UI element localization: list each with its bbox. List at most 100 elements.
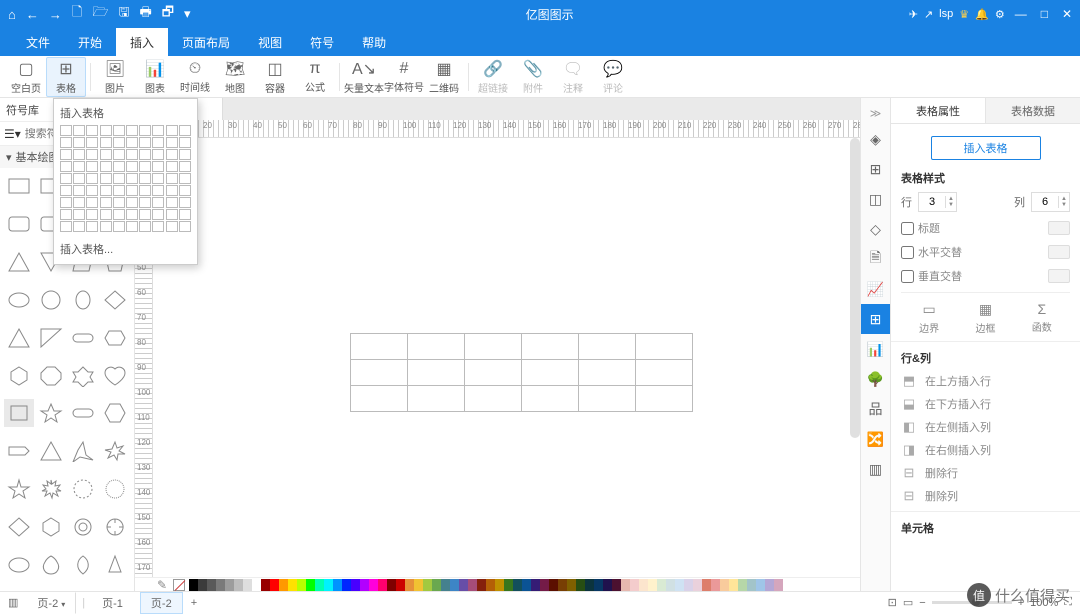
shape-item[interactable] bbox=[4, 513, 34, 541]
color-swatch[interactable] bbox=[666, 579, 675, 591]
grid-cell[interactable] bbox=[73, 125, 85, 136]
shape-item[interactable] bbox=[100, 551, 130, 579]
grid-cell[interactable] bbox=[100, 197, 112, 208]
color-swatch[interactable] bbox=[756, 579, 765, 591]
fit-page-icon[interactable]: ▭ bbox=[903, 596, 913, 609]
grid-cell[interactable] bbox=[86, 185, 98, 196]
grid-cell[interactable] bbox=[126, 161, 138, 172]
color-swatch[interactable] bbox=[612, 579, 621, 591]
page-tab[interactable]: 页-2 bbox=[140, 592, 183, 614]
vstripe-checkbox[interactable] bbox=[901, 270, 914, 283]
insert-row-below[interactable]: ⬓在下方插入行 bbox=[901, 396, 1070, 412]
color-swatch[interactable] bbox=[351, 579, 360, 591]
triple-边界[interactable]: ▭边界 bbox=[919, 301, 939, 335]
grid-cell[interactable] bbox=[60, 221, 72, 232]
shape-item[interactable] bbox=[36, 399, 66, 427]
grid-cell[interactable] bbox=[100, 173, 112, 184]
shape-item[interactable] bbox=[4, 210, 34, 238]
color-swatch[interactable] bbox=[531, 579, 540, 591]
grid-cell[interactable] bbox=[126, 125, 138, 136]
grid-cell[interactable] bbox=[86, 197, 98, 208]
tab-table-props[interactable]: 表格属性 bbox=[891, 98, 986, 123]
shape-item[interactable] bbox=[68, 437, 98, 465]
color-swatch[interactable] bbox=[549, 579, 558, 591]
shape-item[interactable] bbox=[4, 475, 34, 503]
canvas[interactable] bbox=[153, 138, 860, 591]
color-swatch[interactable] bbox=[423, 579, 432, 591]
shape-item[interactable] bbox=[4, 437, 34, 465]
shape-item[interactable] bbox=[4, 286, 34, 314]
grid-cell[interactable] bbox=[179, 185, 191, 196]
shape-item[interactable] bbox=[36, 475, 66, 503]
triple-函数[interactable]: Σ函数 bbox=[1032, 301, 1052, 335]
grid-cell[interactable] bbox=[152, 197, 164, 208]
grid-cell[interactable] bbox=[100, 137, 112, 148]
shape-item[interactable] bbox=[36, 362, 66, 390]
page-tab[interactable]: 页-1 bbox=[91, 592, 134, 614]
grid-cell[interactable] bbox=[179, 173, 191, 184]
hstripe-color-swatch[interactable] bbox=[1048, 245, 1070, 259]
container-button[interactable]: ◫容器 bbox=[255, 57, 295, 97]
qat-redo-icon[interactable]: → bbox=[49, 7, 62, 22]
grid-cell[interactable] bbox=[126, 209, 138, 220]
color-swatch[interactable] bbox=[648, 579, 657, 591]
blank-page-button[interactable]: ▢空白页 bbox=[6, 57, 46, 97]
shape-item[interactable] bbox=[100, 286, 130, 314]
grid-cell[interactable] bbox=[139, 161, 151, 172]
grid-cell[interactable] bbox=[60, 185, 72, 196]
grid-cell[interactable] bbox=[166, 137, 178, 148]
shape-item[interactable] bbox=[68, 475, 98, 503]
panel-collapse-icon[interactable]: ≫ bbox=[870, 102, 882, 124]
color-swatch[interactable] bbox=[198, 579, 207, 591]
grid-cell[interactable] bbox=[152, 173, 164, 184]
grid-cell[interactable] bbox=[73, 161, 85, 172]
color-swatch[interactable] bbox=[333, 579, 342, 591]
grid-cell[interactable] bbox=[113, 161, 125, 172]
cols-input[interactable] bbox=[1032, 196, 1058, 208]
color-swatch[interactable] bbox=[450, 579, 459, 591]
color-swatch[interactable] bbox=[288, 579, 297, 591]
title-checkbox[interactable] bbox=[901, 222, 914, 235]
grid-cell[interactable] bbox=[152, 209, 164, 220]
color-swatch[interactable] bbox=[738, 579, 747, 591]
tree-tool-icon[interactable]: 🌳 bbox=[861, 364, 891, 394]
color-swatch[interactable] bbox=[684, 579, 693, 591]
user-area[interactable]: ✈ ↗ lsp ♛ 🔔 ⚙ bbox=[909, 8, 1005, 21]
triple-边框[interactable]: ▦边框 bbox=[975, 301, 995, 335]
shape-item[interactable] bbox=[36, 437, 66, 465]
color-swatch[interactable] bbox=[387, 579, 396, 591]
shape-item[interactable] bbox=[68, 399, 98, 427]
minimize-button[interactable]: — bbox=[1015, 7, 1027, 21]
grid-cell[interactable] bbox=[73, 209, 85, 220]
vector-text-button[interactable]: A↘矢量文本 bbox=[344, 57, 384, 97]
grid-cell[interactable] bbox=[73, 149, 85, 160]
grid-cell[interactable] bbox=[113, 221, 125, 232]
chart-button[interactable]: 📊图表 bbox=[135, 57, 175, 97]
grid-cell[interactable] bbox=[139, 173, 151, 184]
color-swatch[interactable] bbox=[234, 579, 243, 591]
grid-cell[interactable] bbox=[152, 161, 164, 172]
grid-cell[interactable] bbox=[113, 173, 125, 184]
delete-row[interactable]: ⊟删除行 bbox=[901, 465, 1070, 481]
menu-视图[interactable]: 视图 bbox=[244, 28, 296, 56]
grid-cell[interactable] bbox=[86, 149, 98, 160]
page-tab[interactable]: 页-2 ▾ bbox=[26, 592, 76, 614]
color-swatch[interactable] bbox=[729, 579, 738, 591]
color-swatch[interactable] bbox=[585, 579, 594, 591]
grid-cell[interactable] bbox=[126, 185, 138, 196]
color-swatch[interactable] bbox=[189, 579, 198, 591]
layer-tool-icon[interactable]: ◇ bbox=[861, 214, 891, 244]
color-swatch[interactable] bbox=[486, 579, 495, 591]
fit-width-icon[interactable]: ⊡ bbox=[888, 596, 897, 609]
color-swatch[interactable] bbox=[225, 579, 234, 591]
shape-item[interactable] bbox=[4, 324, 34, 352]
grid-cell[interactable] bbox=[126, 197, 138, 208]
shape-item[interactable] bbox=[68, 362, 98, 390]
grid-cell[interactable] bbox=[152, 125, 164, 136]
bell-icon[interactable]: 🔔 bbox=[975, 8, 989, 21]
color-swatch[interactable] bbox=[342, 579, 351, 591]
color-swatch[interactable] bbox=[270, 579, 279, 591]
grid-cell[interactable] bbox=[139, 125, 151, 136]
shuffle-tool-icon[interactable]: 🔀 bbox=[861, 424, 891, 454]
grid-cell[interactable] bbox=[166, 149, 178, 160]
